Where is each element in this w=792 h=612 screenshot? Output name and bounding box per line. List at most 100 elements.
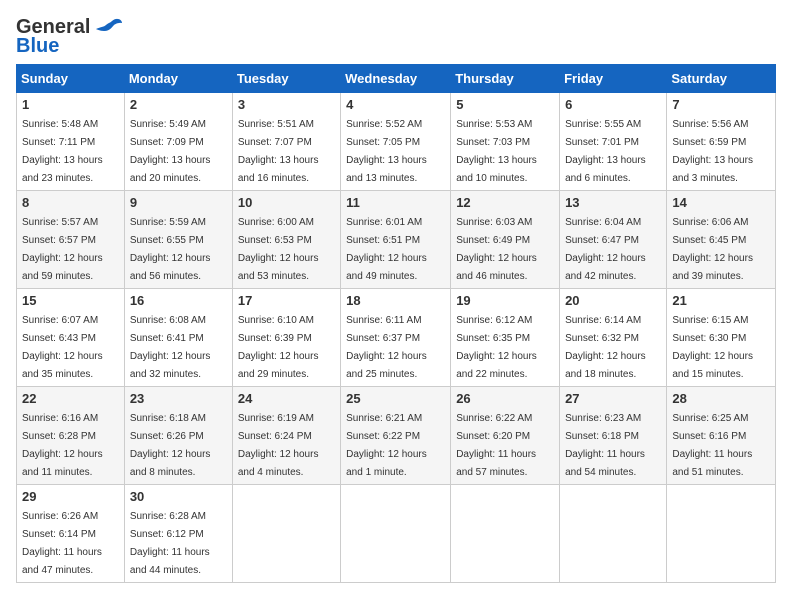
calendar-day-3: 3Sunrise: 5:51 AM Sunset: 7:07 PM Daylig… bbox=[232, 93, 340, 191]
day-number: 11 bbox=[346, 195, 445, 210]
calendar-day-4: 4 Sunrise: 5:52 AM Sunset: 7:05 PM Daylig… bbox=[341, 93, 451, 191]
calendar-day-26: 26 Sunrise: 6:22 AM Sunset: 6:20 PM Dayli… bbox=[451, 387, 560, 485]
day-detail: Sunrise: 6:14 AM Sunset: 6:32 PM Dayligh… bbox=[565, 315, 646, 380]
day-detail: Sunrise: 6:03 AM Sunset: 6:49 PM Dayligh… bbox=[456, 217, 537, 282]
day-detail: Sunrise: 6:15 AM Sunset: 6:30 PM Dayligh… bbox=[672, 315, 753, 380]
calendar-day-1: 1 Sunrise: 5:48 AM Sunset: 7:11 PM Daylig… bbox=[17, 93, 125, 191]
calendar-week-3: 15Sunrise: 6:07 AM Sunset: 6:43 PM Dayli… bbox=[17, 289, 776, 387]
day-detail: Sunrise: 6:00 AM Sunset: 6:53 PM Dayligh… bbox=[238, 217, 319, 282]
calendar-day-14: 14 Sunrise: 6:06 AM Sunset: 6:45 PM Dayli… bbox=[667, 191, 776, 289]
day-number: 27 bbox=[565, 391, 661, 406]
header-sunday: Sunday bbox=[17, 65, 125, 93]
day-number: 25 bbox=[346, 391, 445, 406]
day-detail: Sunrise: 5:48 AM Sunset: 7:11 PM Dayligh… bbox=[22, 119, 103, 184]
day-number: 14 bbox=[672, 195, 770, 210]
day-detail: Sunrise: 5:56 AM Sunset: 6:59 PM Dayligh… bbox=[672, 119, 753, 184]
calendar-day-5: 5 Sunrise: 5:53 AM Sunset: 7:03 PM Daylig… bbox=[451, 93, 560, 191]
day-number: 24 bbox=[238, 391, 335, 406]
calendar-day-9: 9Sunrise: 5:59 AM Sunset: 6:55 PM Daylig… bbox=[124, 191, 232, 289]
day-number: 12 bbox=[456, 195, 554, 210]
day-number: 7 bbox=[672, 97, 770, 112]
logo: General Blue bbox=[16, 16, 124, 58]
calendar-day-20: 20 Sunrise: 6:14 AM Sunset: 6:32 PM Dayli… bbox=[560, 289, 667, 387]
calendar-empty-cell bbox=[560, 485, 667, 583]
day-number: 16 bbox=[130, 293, 227, 308]
calendar-day-25: 25Sunrise: 6:21 AM Sunset: 6:22 PM Dayli… bbox=[341, 387, 451, 485]
day-number: 30 bbox=[130, 489, 227, 504]
day-detail: Sunrise: 5:53 AM Sunset: 7:03 PM Dayligh… bbox=[456, 119, 537, 184]
day-detail: Sunrise: 6:25 AM Sunset: 6:16 PM Dayligh… bbox=[672, 413, 752, 478]
day-detail: Sunrise: 5:52 AM Sunset: 7:05 PM Dayligh… bbox=[346, 119, 427, 184]
header-thursday: Thursday bbox=[451, 65, 560, 93]
calendar-day-2: 2 Sunrise: 5:49 AM Sunset: 7:09 PM Daylig… bbox=[124, 93, 232, 191]
day-number: 13 bbox=[565, 195, 661, 210]
page-header: General Blue bbox=[16, 16, 776, 58]
logo-text-blue: Blue bbox=[16, 35, 59, 58]
calendar-day-10: 10 Sunrise: 6:00 AM Sunset: 6:53 PM Dayli… bbox=[232, 191, 340, 289]
day-number: 23 bbox=[130, 391, 227, 406]
calendar-week-2: 8 Sunrise: 5:57 AM Sunset: 6:57 PM Daylig… bbox=[17, 191, 776, 289]
day-number: 15 bbox=[22, 293, 119, 308]
calendar-day-15: 15Sunrise: 6:07 AM Sunset: 6:43 PM Dayli… bbox=[17, 289, 125, 387]
calendar-day-6: 6 Sunrise: 5:55 AM Sunset: 7:01 PM Daylig… bbox=[560, 93, 667, 191]
day-detail: Sunrise: 6:08 AM Sunset: 6:41 PM Dayligh… bbox=[130, 315, 211, 380]
calendar-day-24: 24 Sunrise: 6:19 AM Sunset: 6:24 PM Dayli… bbox=[232, 387, 340, 485]
day-number: 6 bbox=[565, 97, 661, 112]
calendar-day-17: 17 Sunrise: 6:10 AM Sunset: 6:39 PM Dayli… bbox=[232, 289, 340, 387]
day-number: 21 bbox=[672, 293, 770, 308]
day-detail: Sunrise: 6:11 AM Sunset: 6:37 PM Dayligh… bbox=[346, 315, 427, 380]
day-number: 22 bbox=[22, 391, 119, 406]
day-number: 17 bbox=[238, 293, 335, 308]
day-detail: Sunrise: 5:57 AM Sunset: 6:57 PM Dayligh… bbox=[22, 217, 103, 282]
day-detail: Sunrise: 6:10 AM Sunset: 6:39 PM Dayligh… bbox=[238, 315, 319, 380]
day-number: 1 bbox=[22, 97, 119, 112]
day-detail: Sunrise: 5:49 AM Sunset: 7:09 PM Dayligh… bbox=[130, 119, 211, 184]
calendar-day-23: 23 Sunrise: 6:18 AM Sunset: 6:26 PM Dayli… bbox=[124, 387, 232, 485]
header-saturday: Saturday bbox=[667, 65, 776, 93]
day-detail: Sunrise: 6:22 AM Sunset: 6:20 PM Dayligh… bbox=[456, 413, 536, 478]
calendar-day-16: 16 Sunrise: 6:08 AM Sunset: 6:41 PM Dayli… bbox=[124, 289, 232, 387]
day-number: 20 bbox=[565, 293, 661, 308]
day-number: 9 bbox=[130, 195, 227, 210]
calendar-empty-cell bbox=[451, 485, 560, 583]
day-detail: Sunrise: 6:04 AM Sunset: 6:47 PM Dayligh… bbox=[565, 217, 646, 282]
day-detail: Sunrise: 5:55 AM Sunset: 7:01 PM Dayligh… bbox=[565, 119, 646, 184]
day-number: 2 bbox=[130, 97, 227, 112]
day-number: 5 bbox=[456, 97, 554, 112]
day-detail: Sunrise: 6:16 AM Sunset: 6:28 PM Dayligh… bbox=[22, 413, 103, 478]
header-tuesday: Tuesday bbox=[232, 65, 340, 93]
header-friday: Friday bbox=[560, 65, 667, 93]
day-number: 18 bbox=[346, 293, 445, 308]
calendar-day-28: 28 Sunrise: 6:25 AM Sunset: 6:16 PM Dayli… bbox=[667, 387, 776, 485]
calendar-table: SundayMondayTuesdayWednesdayThursdayFrid… bbox=[16, 64, 776, 583]
day-number: 3 bbox=[238, 97, 335, 112]
calendar-week-4: 22 Sunrise: 6:16 AM Sunset: 6:28 PM Dayli… bbox=[17, 387, 776, 485]
calendar-day-30: 30 Sunrise: 6:28 AM Sunset: 6:12 PM Dayli… bbox=[124, 485, 232, 583]
calendar-day-21: 21 Sunrise: 6:15 AM Sunset: 6:30 PM Dayli… bbox=[667, 289, 776, 387]
calendar-empty-cell bbox=[341, 485, 451, 583]
calendar-day-12: 12 Sunrise: 6:03 AM Sunset: 6:49 PM Dayli… bbox=[451, 191, 560, 289]
header-monday: Monday bbox=[124, 65, 232, 93]
calendar-day-27: 27 Sunrise: 6:23 AM Sunset: 6:18 PM Dayli… bbox=[560, 387, 667, 485]
logo-bird-icon bbox=[94, 17, 124, 39]
calendar-empty-cell bbox=[667, 485, 776, 583]
day-number: 26 bbox=[456, 391, 554, 406]
day-number: 28 bbox=[672, 391, 770, 406]
calendar-week-1: 1 Sunrise: 5:48 AM Sunset: 7:11 PM Daylig… bbox=[17, 93, 776, 191]
day-detail: Sunrise: 6:23 AM Sunset: 6:18 PM Dayligh… bbox=[565, 413, 645, 478]
day-number: 10 bbox=[238, 195, 335, 210]
day-detail: Sunrise: 6:12 AM Sunset: 6:35 PM Dayligh… bbox=[456, 315, 537, 380]
day-detail: Sunrise: 6:18 AM Sunset: 6:26 PM Dayligh… bbox=[130, 413, 211, 478]
calendar-day-11: 11Sunrise: 6:01 AM Sunset: 6:51 PM Dayli… bbox=[341, 191, 451, 289]
day-number: 8 bbox=[22, 195, 119, 210]
day-detail: Sunrise: 6:06 AM Sunset: 6:45 PM Dayligh… bbox=[672, 217, 753, 282]
calendar-day-8: 8 Sunrise: 5:57 AM Sunset: 6:57 PM Daylig… bbox=[17, 191, 125, 289]
day-detail: Sunrise: 6:26 AM Sunset: 6:14 PM Dayligh… bbox=[22, 511, 102, 576]
header-wednesday: Wednesday bbox=[341, 65, 451, 93]
calendar-week-5: 29Sunrise: 6:26 AM Sunset: 6:14 PM Dayli… bbox=[17, 485, 776, 583]
day-detail: Sunrise: 6:28 AM Sunset: 6:12 PM Dayligh… bbox=[130, 511, 210, 576]
day-number: 4 bbox=[346, 97, 445, 112]
calendar-day-29: 29Sunrise: 6:26 AM Sunset: 6:14 PM Dayli… bbox=[17, 485, 125, 583]
day-detail: Sunrise: 6:19 AM Sunset: 6:24 PM Dayligh… bbox=[238, 413, 319, 478]
calendar-day-13: 13 Sunrise: 6:04 AM Sunset: 6:47 PM Dayli… bbox=[560, 191, 667, 289]
